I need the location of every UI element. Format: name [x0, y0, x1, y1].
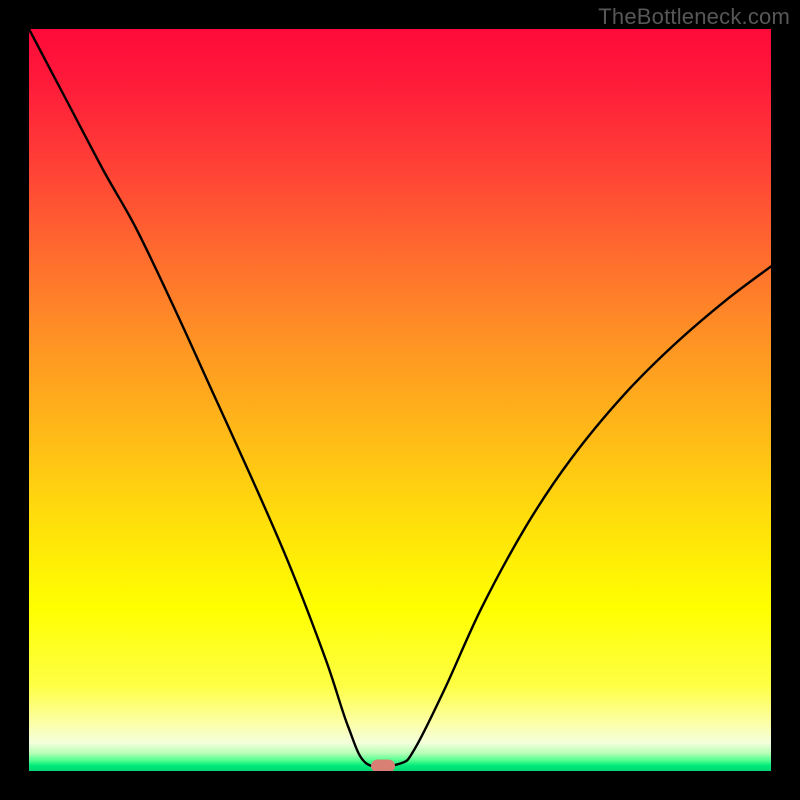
chart-frame [14, 14, 786, 786]
plot-area [29, 29, 771, 771]
watermark: TheBottleneck.com [598, 4, 790, 30]
optimal-point-marker [371, 759, 395, 771]
bottleneck-curve [29, 29, 771, 771]
